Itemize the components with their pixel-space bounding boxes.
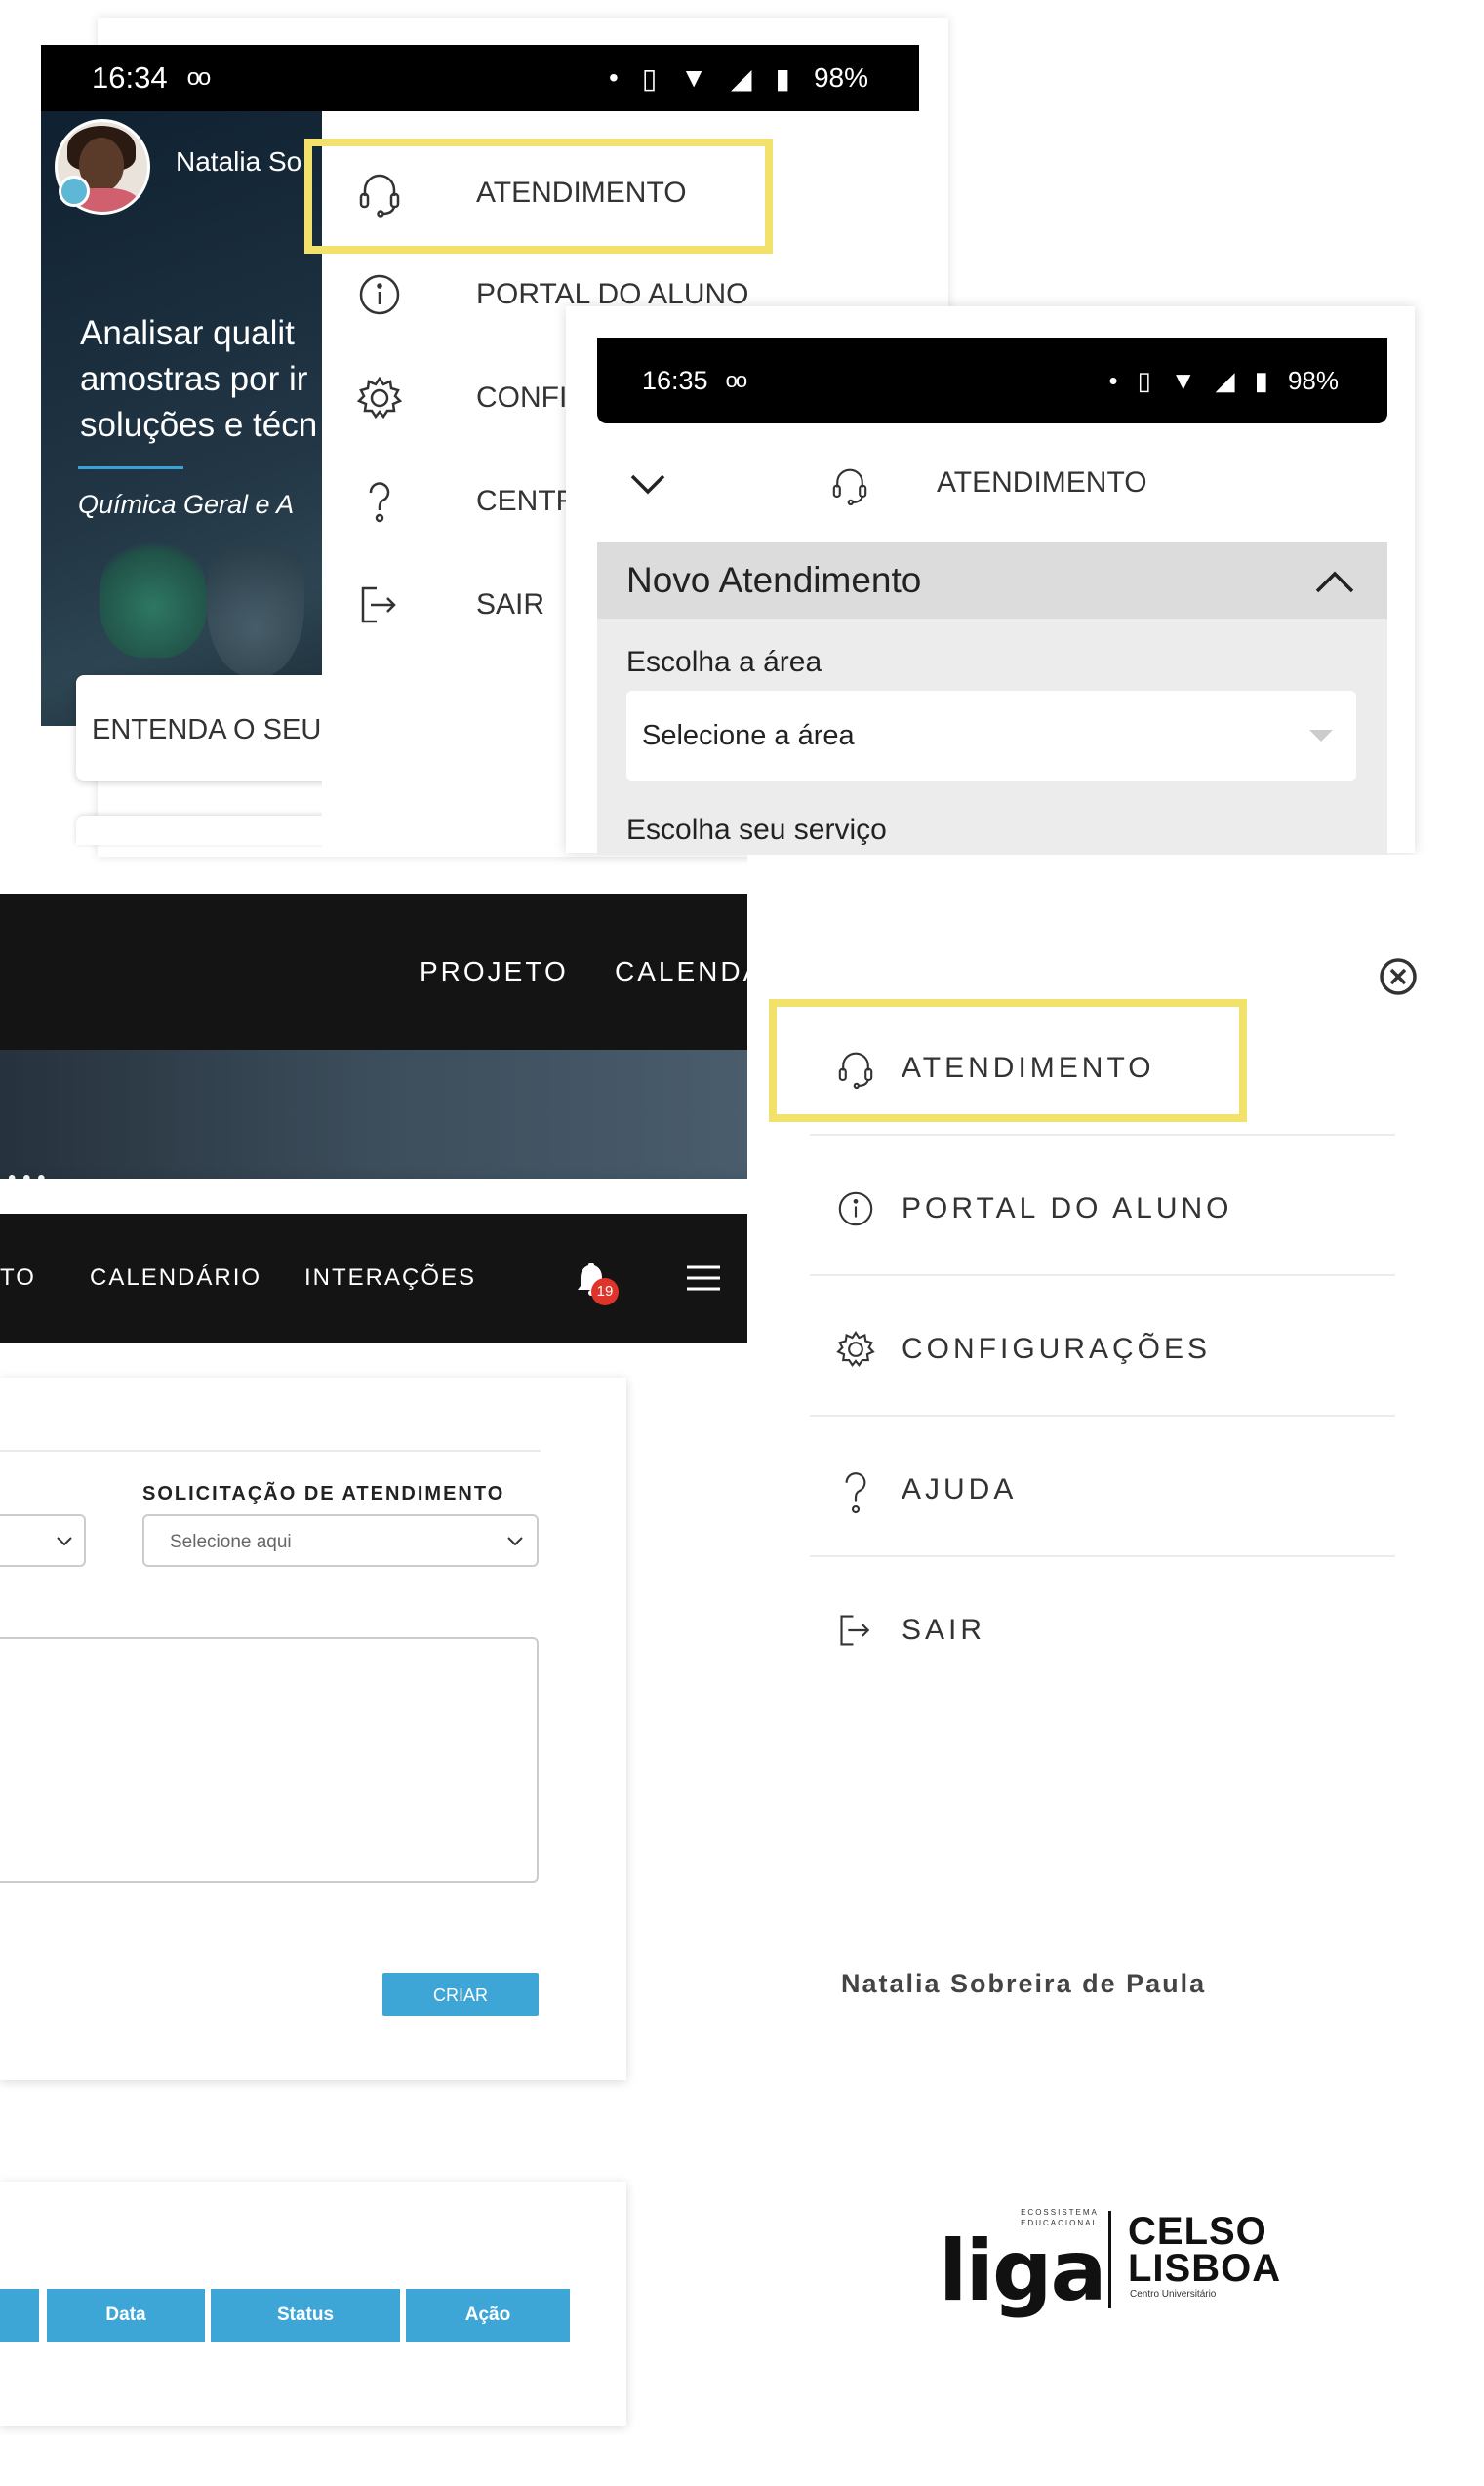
info-card[interactable]: ENTENDA O SEU	[76, 675, 330, 781]
nav-link-calendario[interactable]: CALENDÁRIO	[90, 1264, 261, 1292]
status-bar: 16:35 oo • ▯ ▼ ◢ ▮ 98%	[597, 338, 1387, 423]
logo-liga: liga	[939, 2223, 1107, 2320]
flask-image	[100, 531, 207, 658]
divider	[0, 1450, 541, 1452]
status-time: 16:35	[642, 365, 708, 395]
side-menu-label: CONFIGURAÇÕES	[902, 1333, 1212, 1365]
table-header-status: Status	[211, 2289, 400, 2342]
chevron-down-icon[interactable]	[626, 462, 669, 510]
battery-level: 98%	[813, 62, 868, 93]
table-header-acao: Ação	[406, 2289, 570, 2342]
app-header: ATENDIMENTO	[597, 423, 1387, 542]
field-label: Escolha seu serviço	[626, 814, 887, 846]
voicemail-icon: oo	[186, 64, 212, 91]
caret-down-icon	[1309, 730, 1333, 742]
info-card[interactable]	[76, 816, 330, 845]
dot-icon: •	[1108, 365, 1118, 395]
side-menu-item-ajuda[interactable]: AJUDA	[810, 1417, 1395, 1557]
message-textarea[interactable]	[0, 1637, 539, 1883]
info-icon	[833, 1186, 878, 1231]
side-menu-item-config[interactable]: CONFIGURAÇÕES	[810, 1276, 1395, 1417]
side-menu-item-portal[interactable]: PORTAL DO ALUNO	[810, 1136, 1395, 1276]
nav-link-interacoes[interactable]: INTERAÇÕES	[304, 1264, 476, 1292]
field-label: SOLICITAÇÃO DE ATENDIMENTO	[142, 1483, 505, 1504]
category-select[interactable]	[0, 1514, 86, 1567]
divider	[78, 466, 183, 469]
side-menu-label: PORTAL DO ALUNO	[902, 1192, 1233, 1224]
status-time: 16:34	[92, 60, 168, 95]
battery-level: 98%	[1287, 365, 1339, 395]
user-name: Natalia So	[176, 146, 302, 177]
status-bar: 16:34 oo • ▯ ▼ ◢ ▮ 98%	[41, 45, 919, 111]
chevron-down-icon	[505, 1532, 525, 1556]
signal-icon: ◢	[730, 62, 752, 94]
select-placeholder: Selecione aqui	[170, 1532, 292, 1552]
page-title: ATENDIMENTO	[937, 466, 1147, 499]
nav-link-projeto[interactable]: TO	[0, 1264, 36, 1292]
hero-text-line: amostras por ir	[80, 360, 308, 398]
flask-image	[207, 521, 304, 677]
award-badge-icon	[59, 176, 90, 207]
wifi-icon: ▼	[680, 62, 707, 93]
highlight-box	[304, 139, 773, 254]
gear-icon	[353, 372, 406, 424]
logo-divider	[1108, 2211, 1111, 2308]
liga-celso-lisboa-logo: ECOSSISTEMA EDUCACIONAL liga CELSO LISBO…	[937, 2193, 1288, 2320]
hero-text-line: Analisar qualit	[80, 314, 295, 352]
card-label: ENTENDA O SEU	[92, 714, 322, 745]
logo-subtitle: Centro Universitário	[1130, 2289, 1217, 2300]
hamburger-menu-icon[interactable]	[687, 1264, 720, 1297]
area-select[interactable]: Selecione a área	[626, 691, 1356, 781]
vibrate-icon: ▯	[1137, 365, 1151, 395]
headset-icon	[827, 462, 872, 507]
table-header-cell	[0, 2289, 39, 2342]
signal-icon: ◢	[1215, 365, 1235, 395]
side-menu-item-sair[interactable]: SAIR	[810, 1557, 1395, 1698]
hero-text: Analisar qualit amostras por ir soluções…	[80, 310, 334, 448]
side-menu-label: AJUDA	[902, 1473, 1018, 1505]
chevron-down-icon	[55, 1532, 74, 1556]
page-banner: • • •	[0, 1050, 747, 1191]
user-name: Natalia Sobreira de Paula	[841, 1969, 1207, 1998]
nav-link-projeto[interactable]: PROJETO	[420, 956, 569, 987]
select-value: Selecione a área	[642, 720, 855, 751]
vibrate-icon: ▯	[641, 62, 658, 94]
gear-icon	[833, 1327, 878, 1372]
question-icon	[353, 475, 406, 528]
battery-icon: ▮	[775, 62, 790, 94]
voicemail-icon: oo	[725, 368, 748, 392]
table-header-data: Data	[47, 2289, 205, 2342]
top-nav: TO CALENDÁRIO INTERAÇÕES 19	[0, 1214, 810, 1343]
menu-item-label: CONFI	[476, 381, 568, 414]
question-icon	[833, 1467, 878, 1518]
highlight-box	[769, 999, 1247, 1122]
section-title: Novo Atendimento	[626, 560, 922, 600]
menu-item-label: CENTR	[476, 485, 578, 517]
hero-text-line: soluções e técn	[80, 406, 318, 444]
top-nav: PROJETO CALENDÁ	[0, 894, 761, 1050]
logout-icon	[833, 1608, 878, 1653]
logout-icon	[353, 579, 406, 631]
side-menu-label: SAIR	[902, 1614, 986, 1646]
menu-item-label: SAIR	[476, 588, 545, 621]
create-button[interactable]: CRIAR	[382, 1973, 539, 2016]
notification-badge: 19	[591, 1278, 619, 1305]
info-icon	[353, 268, 406, 321]
dot-icon: •	[609, 62, 619, 93]
wifi-icon: ▼	[1170, 365, 1196, 395]
chevron-up-icon[interactable]	[1313, 566, 1356, 600]
nav-link-calendario[interactable]: CALENDÁ	[615, 956, 764, 987]
battery-icon: ▮	[1254, 365, 1268, 395]
section-header[interactable]: Novo Atendimento	[597, 542, 1387, 619]
logo-celso-lisboa: CELSO LISBOA	[1128, 2210, 1282, 2290]
hero-subtitle: Química Geral e A	[78, 490, 295, 519]
request-select[interactable]: Selecione aqui	[142, 1514, 539, 1567]
field-label: Escolha a área	[626, 646, 822, 678]
